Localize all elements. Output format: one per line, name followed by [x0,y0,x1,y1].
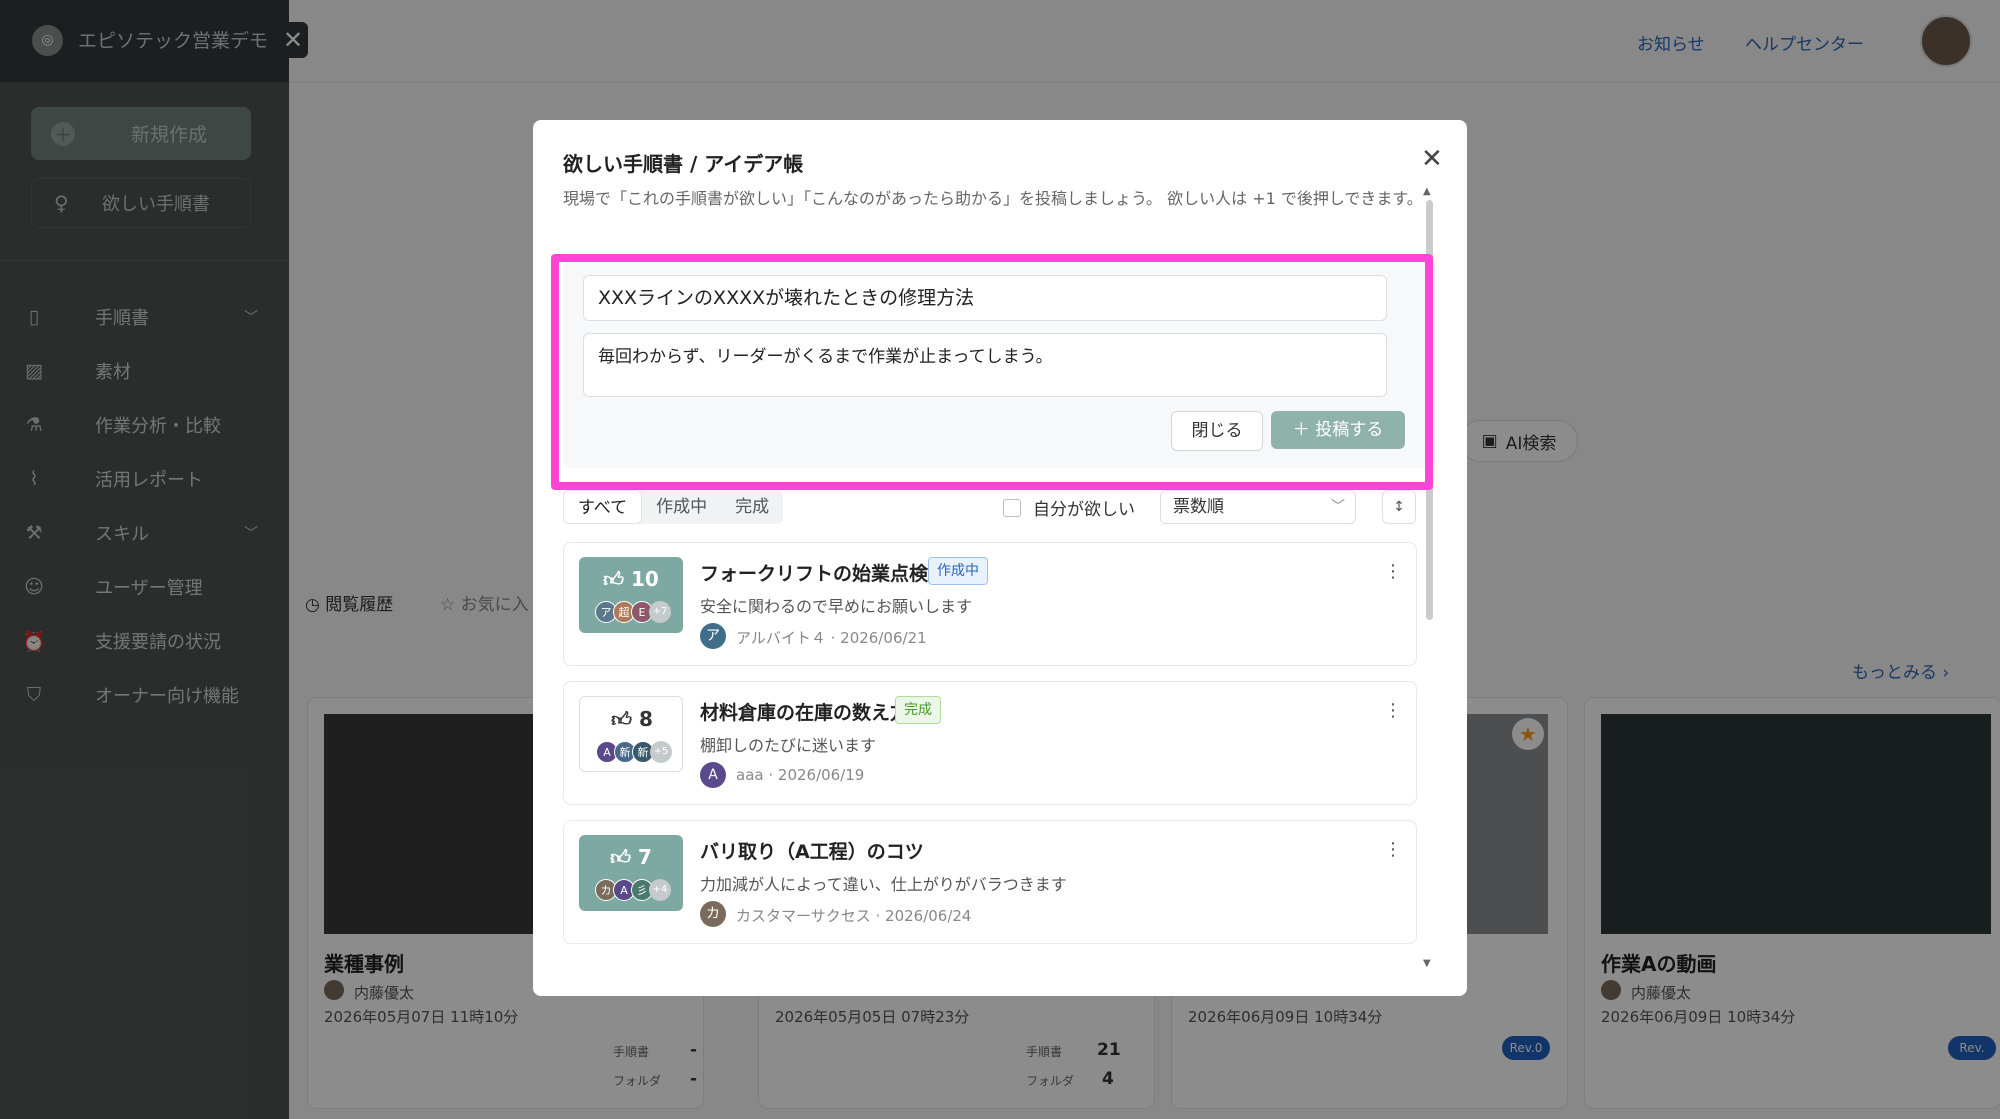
item-author: カスタマーサクセス · 2026/06/24 [736,907,972,925]
item-description: 安全に関わるので早めにお願いします [700,597,973,616]
avatar: A [700,762,726,788]
vote-count: 8 [638,707,653,731]
sort-order-button[interactable]: ↕ [1382,490,1416,524]
list-item[interactable]: 👍︎ 10 ア 超 E +7 フォークリフトの始業点検 作成中 安全に関わるので… [563,542,1417,666]
modal-title: 欲しい手順書 / アイデア帳 [563,152,804,176]
item-author: アルバイト４ · 2026/06/21 [736,629,927,647]
more-vertical-icon[interactable]: ⋮ [1384,561,1402,582]
avatar: カ [700,901,726,927]
mine-checkbox-label: 自分が欲しい [1033,500,1135,520]
vote-count: 7 [637,845,652,869]
tab-completed[interactable]: 完成 [721,490,783,524]
voter-avatars: ア 超 E +7 [595,601,671,623]
more-voters-count: +4 [649,879,671,901]
wish-manual-modal: 欲しい手順書 / アイデア帳 ✕ 現場で「これの手順書が欲しい」「こんなのがあっ… [533,120,1467,996]
voter-avatars: A 新 新 +5 [596,741,672,763]
sort-select-value: 票数順 [1173,497,1224,517]
mine-checkbox[interactable] [1003,499,1021,517]
item-title: フォークリフトの始業点検 [700,563,929,585]
chevron-down-icon: ﹀ [1331,499,1345,515]
thumbs-up-icon: 👍︎ [611,707,632,731]
modal-description: 現場で「これの手順書が欲しい」「こんなのがあったら助かる」を投稿しましょう。 欲… [563,189,1423,208]
highlight-box [551,254,1433,490]
item-description: 力加減が人によって違い、仕上がりがバラつきます [700,875,1067,894]
more-voters-count: +5 [650,741,672,763]
status-badge: 作成中 [928,557,988,585]
scroll-up-icon[interactable]: ▲ [1423,186,1431,197]
list-item[interactable]: 👍︎ 7 カ A 彡 +4 バリ取り（A工程）のコツ 力加減が人によって違い、仕… [563,820,1417,944]
item-description: 棚卸しのたびに迷います [700,736,877,755]
vote-button[interactable]: 👍︎ 10 ア 超 E +7 [579,557,683,633]
more-vertical-icon[interactable]: ⋮ [1384,839,1402,860]
tab-in-progress[interactable]: 作成中 [642,490,721,524]
more-voters-count: +7 [649,601,671,623]
list-item[interactable]: 👍︎ 8 A 新 新 +5 材料倉庫の在庫の数え方 完成 棚卸しのたびに迷います… [563,681,1417,805]
vote-count: 10 [631,567,659,591]
thumbs-up-icon: 👍︎ [603,567,625,591]
item-title: 材料倉庫の在庫の数え方 [700,702,910,724]
tab-all[interactable]: すべて [563,490,643,524]
voter-avatars: カ A 彡 +4 [595,879,671,901]
vote-button[interactable]: 👍︎ 7 カ A 彡 +4 [579,835,683,911]
avatar: ア [700,623,726,649]
status-filter-tabs: すべて 作成中 完成 [563,490,784,524]
sort-select[interactable]: 票数順 ﹀ [1160,490,1356,524]
thumbs-up-icon: 👍︎ [610,845,631,869]
item-title: バリ取り（A工程）のコツ [700,841,924,863]
item-author: aaa · 2026/06/19 [736,766,865,784]
scroll-down-icon[interactable]: ▼ [1423,958,1431,969]
status-badge: 完成 [895,696,941,724]
close-icon[interactable]: ✕ [1421,144,1443,174]
more-vertical-icon[interactable]: ⋮ [1384,700,1402,721]
vote-button[interactable]: 👍︎ 8 A 新 新 +5 [579,696,683,772]
